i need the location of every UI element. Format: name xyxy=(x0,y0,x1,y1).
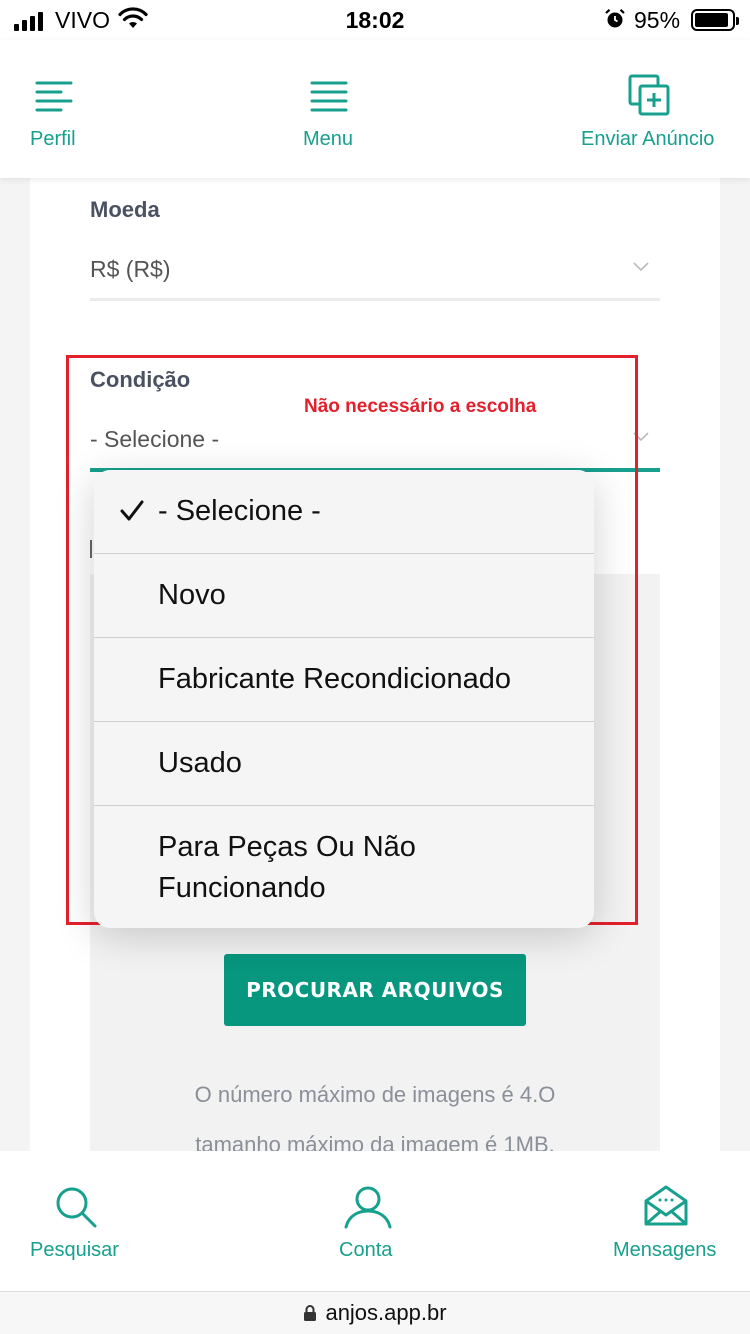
currency-underline xyxy=(90,298,660,301)
hamburger-icon xyxy=(310,81,348,112)
dropdown-option-label: Fabricante Recondicionado xyxy=(158,663,512,695)
currency-label: Moeda xyxy=(90,197,160,222)
status-bar: VIVO 18:02 95% xyxy=(0,0,750,40)
tab-messages-label: Mensagens xyxy=(613,1239,717,1261)
user-icon xyxy=(344,1186,392,1229)
bottom-nav: Pesquisar Conta Mensagens xyxy=(0,1151,750,1291)
dropdown-option-label: Novo xyxy=(158,579,226,611)
browse-files-button[interactable]: PROCURAR ARQUIVOS xyxy=(224,954,526,1026)
lock-icon xyxy=(304,1305,317,1321)
alarm-icon xyxy=(605,8,625,28)
tab-account[interactable]: Conta xyxy=(330,1151,410,1291)
checkmark-icon xyxy=(120,500,144,521)
tab-search[interactable]: Pesquisar xyxy=(0,1151,150,1291)
profile-menu-icon xyxy=(35,81,73,112)
dropdown-option-label: Usado xyxy=(158,747,242,779)
dropdown-option[interactable]: Novo xyxy=(94,554,594,638)
tab-search-label: Pesquisar xyxy=(30,1239,119,1261)
condition-dropdown: - Selecione - Novo Fabricante Recondicio… xyxy=(94,470,594,928)
tab-messages[interactable]: Mensagens xyxy=(600,1151,730,1291)
address-bar[interactable]: anjos.app.br xyxy=(0,1291,750,1334)
tab-account-label: Conta xyxy=(339,1239,393,1261)
battery-icon xyxy=(691,9,739,31)
battery-percent: 95% xyxy=(634,7,681,33)
envelope-icon xyxy=(644,1185,688,1226)
dropdown-option[interactable]: Usado xyxy=(94,722,594,806)
nav-profile-label: Perfil xyxy=(30,128,76,150)
top-nav: Perfil Menu Enviar Anúncio xyxy=(0,40,750,178)
search-icon xyxy=(56,1187,97,1228)
add-ad-icon xyxy=(628,74,670,116)
nav-post-ad-label: Enviar Anúncio xyxy=(581,128,715,150)
nav-profile[interactable]: Perfil xyxy=(0,40,108,178)
dropdown-option-label: - Selecione - xyxy=(158,495,321,527)
chevron-down-icon xyxy=(633,262,649,272)
annotation-text: Não necessário a escolha xyxy=(304,396,537,417)
url-text: anjos.app.br xyxy=(325,1300,447,1325)
nav-post-ad[interactable]: Enviar Anúncio xyxy=(575,40,725,178)
currency-select[interactable]: R$ (R$) xyxy=(90,256,171,283)
nav-menu-label: Menu xyxy=(303,128,354,150)
dropdown-option[interactable]: - Selecione - xyxy=(94,470,594,554)
nav-menu[interactable]: Menu xyxy=(290,40,370,178)
dropdown-option[interactable]: Para Peças Ou Não Funcionando xyxy=(94,806,594,928)
dropdown-option[interactable]: Fabricante Recondicionado xyxy=(94,638,594,722)
dropdown-option-label: Para Peças Ou Não Funcionando xyxy=(158,831,416,904)
